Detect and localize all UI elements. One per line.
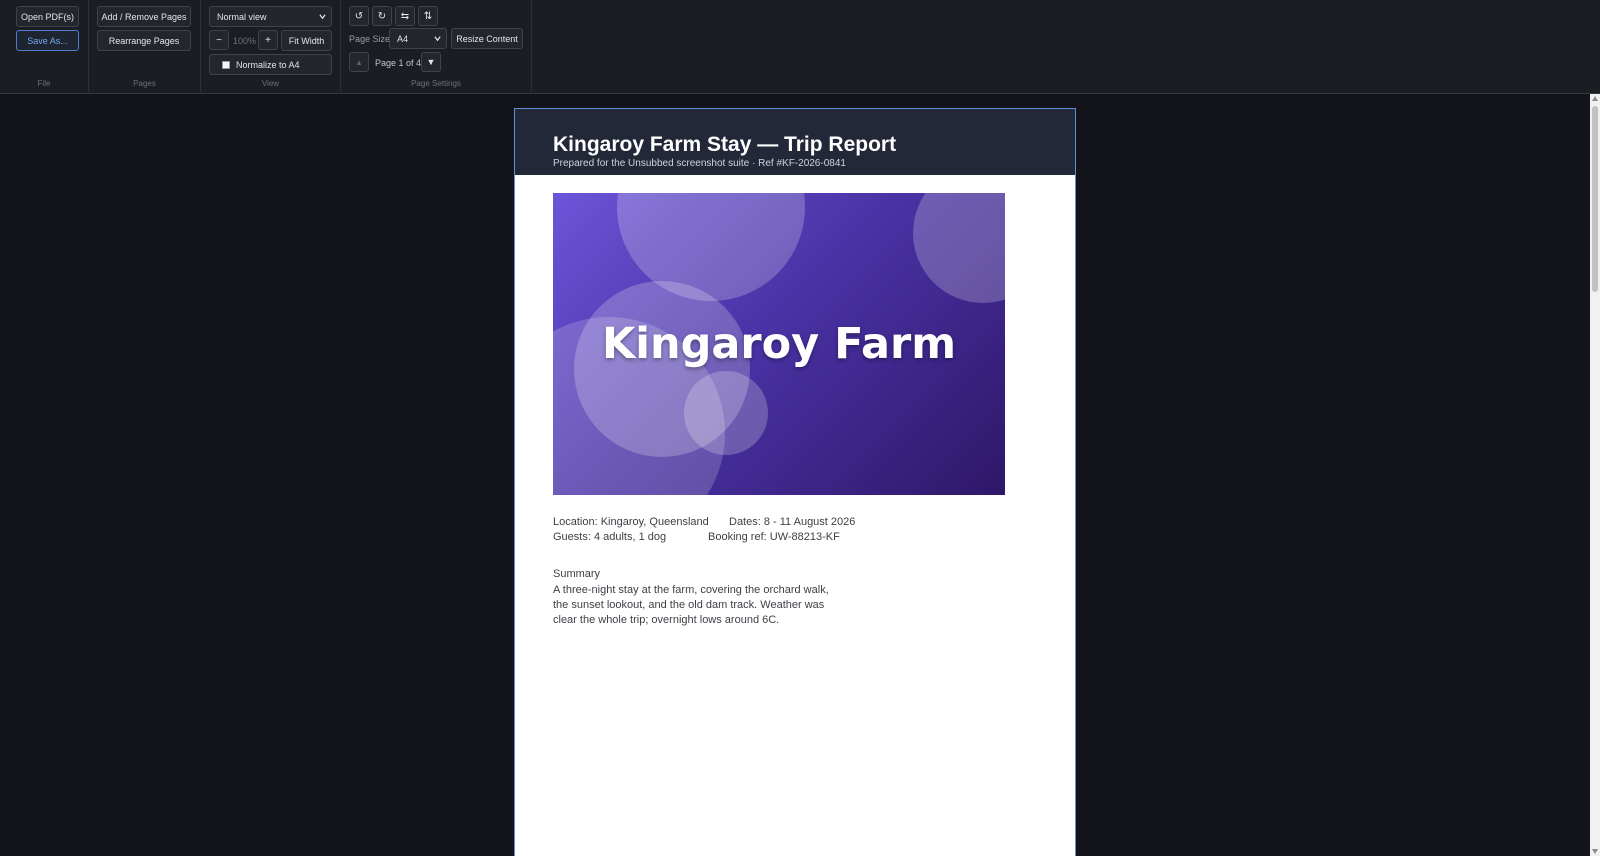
previous-page-button[interactable]: ▲ (349, 52, 369, 72)
page-settings-group: ↺ ↻ ⇆ ⇅ Page Size A4 Resize Content ▲ Pa… (341, 0, 532, 94)
booking-ref-text: Booking ref: UW-88213-KF (708, 531, 840, 543)
page-size-select[interactable]: A4 (389, 28, 447, 49)
hero-bubble (913, 193, 1005, 303)
save-as-button[interactable]: Save As... (16, 30, 79, 51)
page-size-value: A4 (397, 33, 409, 44)
flip-vertical-button[interactable]: ⇅ (418, 6, 438, 26)
summary-heading: Summary (553, 568, 601, 580)
page-indicator: Page 1 of 4 (375, 58, 422, 68)
guests-text: Guests: 4 adults, 1 dog (553, 531, 667, 543)
triangle-down-icon: ▼ (426, 57, 436, 67)
page-settings-group-caption: Page Settings (411, 79, 461, 88)
view-mode-select[interactable]: Normal view (209, 6, 332, 27)
fit-width-button[interactable]: Fit Width (281, 30, 332, 51)
flip-horizontal-button[interactable]: ⇆ (395, 6, 415, 26)
page-size-label: Page Size (349, 34, 391, 44)
next-page-button[interactable]: ▼ (421, 52, 441, 72)
vertical-scrollbar[interactable] (1590, 94, 1600, 856)
open-pdfs-button[interactable]: Open PDF(s) (16, 6, 79, 27)
scroll-down-arrow-icon[interactable] (1592, 849, 1598, 854)
dates-text: Dates: 8 - 11 August 2026 (729, 516, 856, 528)
summary-body: A three-night stay at the farm, covering… (553, 584, 829, 626)
document-viewport[interactable]: Kingaroy Farm Stay — Trip Report Prepare… (0, 94, 1590, 856)
rotate-right-icon: ↻ (377, 10, 387, 22)
scroll-up-arrow-icon[interactable] (1592, 96, 1598, 101)
hero-bubble (684, 371, 768, 455)
flip-vertical-icon: ⇅ (423, 10, 433, 22)
page-subtitle: Prepared for the Unsubbed screenshot sui… (553, 158, 846, 169)
page-header-band: Kingaroy Farm Stay — Trip Report Prepare… (515, 109, 1075, 175)
view-mode-value: Normal view (217, 11, 267, 22)
zoom-in-button[interactable]: + (258, 30, 278, 50)
rearrange-pages-button[interactable]: Rearrange Pages (97, 30, 191, 51)
zoom-out-button[interactable]: − (209, 30, 229, 50)
normalize-checkbox[interactable] (222, 61, 230, 69)
add-remove-pages-button[interactable]: Add / Remove Pages (97, 6, 191, 27)
resize-content-button[interactable]: Resize Content (451, 28, 523, 49)
hero-title: Kingaroy Farm (601, 319, 957, 369)
toolbar: Open PDF(s) Save As... File Add / Remove… (0, 0, 1600, 94)
rotate-left-button[interactable]: ↺ (349, 6, 369, 26)
rotate-left-icon: ↺ (354, 10, 364, 22)
pdf-page: Kingaroy Farm Stay — Trip Report Prepare… (514, 108, 1076, 856)
view-group-caption: View (261, 79, 280, 88)
location-text: Location: Kingaroy, Queensland (553, 516, 709, 528)
file-group: Open PDF(s) Save As... File (0, 0, 89, 94)
file-group-caption: File (37, 79, 51, 88)
scrollbar-thumb[interactable] (1592, 106, 1598, 292)
chevron-down-icon (434, 36, 441, 42)
flip-horizontal-icon: ⇆ (400, 10, 410, 22)
view-group: Normal view − 100% + Fit Width Normalize… (201, 0, 341, 94)
zoom-level: 100% (233, 36, 257, 46)
hero-image: Kingaroy Farm (553, 193, 1005, 495)
page-title: Kingaroy Farm Stay — Trip Report (553, 133, 897, 156)
normalize-label: Normalize to A4 (236, 60, 300, 70)
chevron-down-icon (319, 14, 326, 20)
normalize-a4-toggle[interactable]: Normalize to A4 (209, 54, 332, 75)
triangle-up-icon: ▲ (355, 57, 363, 67)
rotate-right-button[interactable]: ↻ (372, 6, 392, 26)
pages-group-caption: Pages (133, 79, 156, 88)
pages-group: Add / Remove Pages Rearrange Pages Pages (89, 0, 201, 94)
